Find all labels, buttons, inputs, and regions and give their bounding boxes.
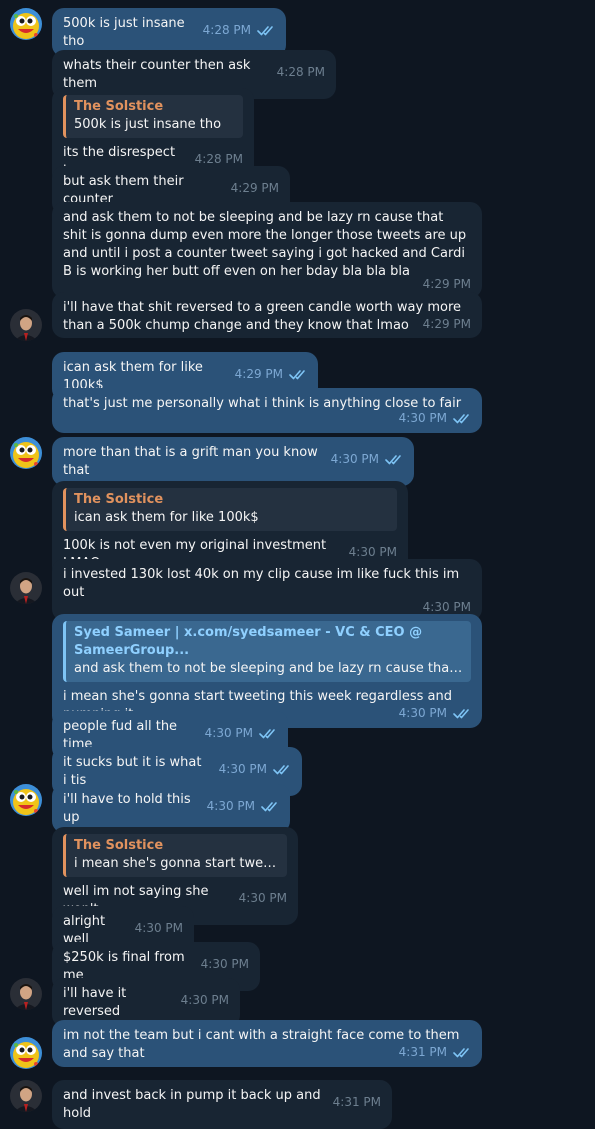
- reply-quote[interactable]: The Solstice i mean she's gonna start tw…: [63, 834, 287, 877]
- message-bubble[interactable]: 4:30 PM more than that is a grift man yo…: [52, 437, 414, 486]
- suit-man-avatar[interactable]: [10, 1080, 42, 1112]
- reply-quote[interactable]: Syed Sameer | x.com/syedsameer - VC & CE…: [63, 621, 471, 682]
- quote-author: The Solstice: [74, 838, 164, 853]
- message-bubble[interactable]: and ask them to not be sleeping and be l…: [52, 202, 482, 298]
- message-time: 4:28 PM: [276, 65, 325, 79]
- message-time: 4:31 PM: [398, 1045, 447, 1059]
- message-time: 4:30 PM: [218, 762, 267, 776]
- message-bubble[interactable]: i invested 130k lost 40k on my clip caus…: [52, 559, 482, 621]
- message-time: 4:30 PM: [204, 726, 253, 740]
- double-check-icon: [259, 728, 277, 742]
- pepe-avatar[interactable]: [10, 1037, 42, 1069]
- message-meta: 4:31 PM: [399, 1045, 471, 1059]
- chat-history[interactable]: 4:28 PM 500k is just insane tho 4:28 PM …: [0, 0, 595, 1129]
- message-bubble[interactable]: that's just me personally what i think i…: [52, 388, 482, 433]
- quote-author: Syed Sameer | x.com/syedsameer - VC & CE…: [74, 625, 423, 658]
- message-bubble[interactable]: i'll have that shit reversed to a green …: [52, 292, 482, 338]
- message-time: 4:30 PM: [200, 957, 249, 971]
- message-meta: 4:30 PM: [239, 891, 287, 905]
- reply-quote[interactable]: The Solstice 500k is just insane tho: [63, 95, 243, 138]
- message-bubble[interactable]: 4:31 PM and invest back in pump it back …: [52, 1080, 392, 1129]
- message-meta: 4:30 PM: [135, 921, 183, 935]
- message-text: and ask them to not be sleeping and be l…: [63, 210, 471, 279]
- suit-man-avatar[interactable]: [10, 309, 42, 341]
- message-time: 4:30 PM: [422, 600, 471, 614]
- quote-text: ican ask them for like 100k$: [74, 510, 259, 525]
- message-meta: 4:30 PM: [423, 600, 471, 614]
- message-time: 4:29 PM: [422, 277, 471, 291]
- double-check-icon: [453, 1047, 471, 1061]
- message-time: 4:28 PM: [194, 152, 243, 166]
- message-meta: 4:30 PM: [399, 411, 471, 425]
- double-check-icon: [453, 708, 471, 722]
- double-check-icon: [261, 801, 279, 815]
- quote-text: i mean she's gonna start tweetin...: [74, 856, 279, 871]
- message-time: 4:30 PM: [330, 452, 379, 466]
- message-time: 4:30 PM: [238, 891, 287, 905]
- message-meta: 4:30 PM: [205, 726, 277, 742]
- double-check-icon: [289, 369, 307, 383]
- message-meta: 4:30 PM: [219, 762, 291, 778]
- message-meta: 4:29 PM: [235, 367, 307, 383]
- message-meta: 4:29 PM: [423, 317, 471, 331]
- pepe-avatar[interactable]: [10, 784, 42, 816]
- message-meta: 4:30 PM: [331, 452, 403, 468]
- message-time: 4:30 PM: [206, 799, 255, 813]
- message-meta: 4:30 PM: [399, 706, 471, 720]
- message-time: 4:29 PM: [422, 317, 471, 331]
- message-text: i invested 130k lost 40k on my clip caus…: [63, 567, 464, 600]
- quote-author: The Solstice: [74, 99, 164, 114]
- message-meta: 4:30 PM: [181, 993, 229, 1007]
- double-check-icon: [257, 25, 275, 39]
- message-time: 4:30 PM: [134, 921, 183, 935]
- message-meta: 4:28 PM: [203, 23, 275, 39]
- message-bubble[interactable]: im not the team but i cant with a straig…: [52, 1020, 482, 1067]
- message-meta: 4:28 PM: [195, 152, 243, 166]
- message-meta: 4:30 PM: [201, 957, 249, 971]
- message-time: 4:31 PM: [332, 1095, 381, 1109]
- message-meta: 4:29 PM: [231, 181, 279, 195]
- double-check-icon: [385, 454, 403, 468]
- message-time: 4:30 PM: [180, 993, 229, 1007]
- message-time: 4:29 PM: [234, 367, 283, 381]
- message-time: 4:30 PM: [398, 706, 447, 720]
- message-meta: 4:29 PM: [423, 277, 471, 291]
- message-bubble[interactable]: 4:30 PM i'll have to hold this up: [52, 784, 290, 833]
- quote-author: The Solstice: [74, 492, 164, 507]
- message-meta: 4:31 PM: [333, 1095, 381, 1109]
- suit-man-avatar[interactable]: [10, 978, 42, 1010]
- quote-text: and ask them to not be sleeping and be l…: [74, 661, 463, 676]
- message-time: 4:30 PM: [398, 411, 447, 425]
- suit-man-avatar[interactable]: [10, 572, 42, 604]
- message-time: 4:30 PM: [348, 545, 397, 559]
- reply-quote[interactable]: The Solstice ican ask them for like 100k…: [63, 488, 397, 531]
- quote-text: 500k is just insane tho: [74, 117, 222, 132]
- double-check-icon: [453, 413, 471, 427]
- message-meta: 4:28 PM: [277, 65, 325, 79]
- message-meta: 4:30 PM: [349, 545, 397, 559]
- pepe-avatar[interactable]: [10, 8, 42, 40]
- pepe-avatar[interactable]: [10, 437, 42, 469]
- message-time: 4:28 PM: [202, 23, 251, 37]
- double-check-icon: [273, 764, 291, 778]
- message-meta: 4:30 PM: [207, 799, 279, 815]
- message-time: 4:29 PM: [230, 181, 279, 195]
